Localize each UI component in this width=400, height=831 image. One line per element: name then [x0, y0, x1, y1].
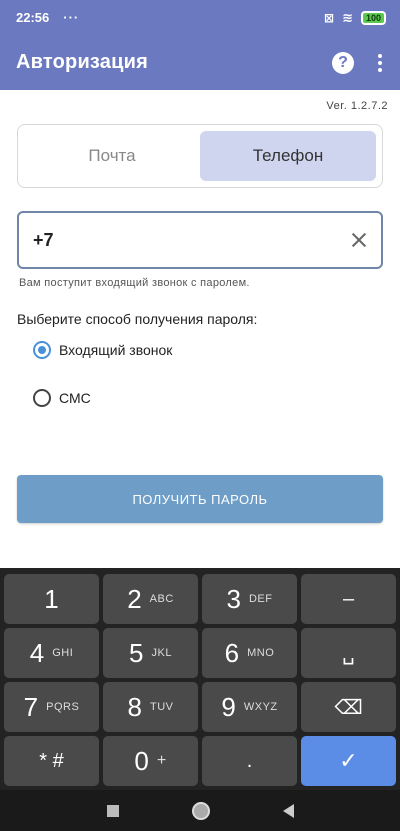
key-4[interactable]: 4 GHI — [4, 628, 99, 678]
home-icon[interactable] — [191, 801, 210, 820]
key-8[interactable]: 8 TUV — [103, 682, 198, 732]
status-time: 22:56 — [16, 10, 50, 25]
key-9[interactable]: 9 WXYZ — [202, 682, 297, 732]
tab-email[interactable]: Почта — [24, 131, 200, 181]
status-bar: 22:56 ··· ⊠ ≋ 100 — [0, 0, 400, 35]
battery-icon: 100 — [360, 10, 386, 25]
phone-field[interactable]: +7 — [17, 211, 383, 269]
tab-phone[interactable]: Телефон — [200, 131, 376, 181]
system-nav-bar — [0, 790, 400, 831]
numeric-keyboard: 1 2 ABC 3 DEF – 4 GHI 5 JKL 6 MNO ␣ 7 PQRS 8 TU… — [0, 568, 400, 790]
phone-value[interactable]: +7 — [33, 230, 351, 251]
key-1[interactable]: 1 — [4, 574, 99, 624]
page-title: Авторизация — [16, 51, 148, 73]
backspace-icon[interactable]: ⌫ — [301, 682, 396, 732]
app-bar: Авторизация ? — [0, 35, 400, 90]
notification-dots-icon: ··· — [63, 10, 80, 25]
key-5[interactable]: 5 JKL — [103, 628, 198, 678]
key-0[interactable]: 0 + — [103, 736, 198, 786]
radio-checked-icon[interactable] — [33, 341, 51, 359]
back-icon[interactable] — [282, 803, 294, 818]
key-7[interactable]: 7 PQRS — [4, 682, 99, 732]
help-icon[interactable]: ? — [332, 51, 354, 74]
radio-label: СМС — [59, 390, 91, 406]
done-key-check-icon[interactable]: ✓ — [301, 736, 396, 786]
space-key-icon[interactable]: ␣ — [301, 628, 396, 678]
method-label: Выберите способ получения пароля: — [17, 311, 258, 327]
auth-method-tabs: Почта Телефон — [17, 124, 383, 188]
key-dot[interactable]: . — [202, 736, 297, 786]
clear-icon[interactable] — [351, 232, 367, 248]
radio-incoming-call[interactable]: Входящий звонок — [33, 341, 172, 359]
version-label: Ver. 1.2.7.2 — [326, 100, 388, 112]
recents-icon[interactable] — [106, 804, 119, 817]
alarm-off-icon: ⊠ — [324, 10, 335, 25]
status-icons: ⊠ ≋ 100 — [324, 10, 386, 26]
key-minus[interactable]: – — [301, 574, 396, 624]
key-3[interactable]: 3 DEF — [202, 574, 297, 624]
phone-hint: Вам поступит входящий звонок с паролем. — [19, 277, 250, 289]
more-menu-icon[interactable] — [376, 53, 384, 72]
key-star-hash[interactable]: * # — [4, 736, 99, 786]
radio-unchecked-icon[interactable] — [33, 389, 51, 407]
radio-sms[interactable]: СМС — [33, 389, 91, 407]
wifi-icon: ≋ — [342, 9, 353, 25]
get-password-button[interactable]: ПОЛУЧИТЬ ПАРОЛЬ — [17, 475, 383, 523]
key-2[interactable]: 2 ABC — [103, 574, 198, 624]
radio-label: Входящий звонок — [59, 342, 173, 358]
key-6[interactable]: 6 MNO — [202, 628, 297, 678]
